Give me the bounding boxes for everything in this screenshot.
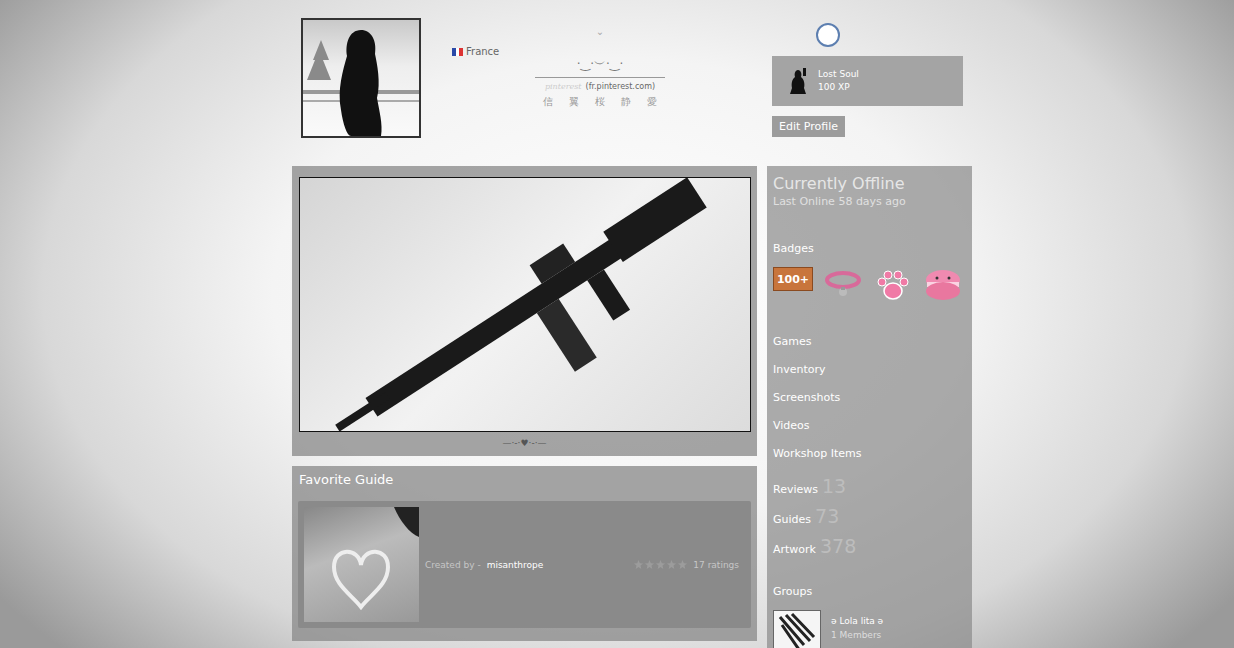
group-avatar-icon: [774, 611, 820, 648]
badges-heading[interactable]: Badges: [773, 242, 966, 255]
avatar[interactable]: [301, 18, 421, 138]
kanji-row: 信翼桜静愛: [543, 91, 657, 109]
rifle-photo: [300, 178, 750, 431]
spacer: [680, 0, 772, 166]
badge-title: Lost Soul: [818, 68, 859, 81]
badge-label: 100+: [777, 273, 809, 286]
profile-page: France ⌄·‿·︶·‿· pinterest (fr.pinterest.com…: [292, 0, 972, 648]
link-label[interactable]: Inventory: [773, 363, 826, 376]
star-icon: [645, 560, 654, 569]
summary-decoration: ·‿·︶·‿·: [535, 40, 665, 78]
source-domain: (fr.pinterest.com): [586, 82, 656, 91]
profile-link[interactable]: Videos: [773, 419, 966, 439]
france-flag-icon: [452, 48, 463, 56]
profile-link[interactable]: Screenshots: [773, 391, 966, 411]
badge-xp: 100 XP: [818, 81, 859, 94]
guide-heading: Favorite Guide: [299, 472, 751, 487]
guide-info: Created by - misanthrope 17 ratings: [425, 507, 745, 622]
lost-soul-icon: [786, 66, 810, 96]
profile-header: France ⌄·‿·︶·‿· pinterest (fr.pinterest.com…: [292, 0, 972, 166]
years-badge[interactable]: 100+: [773, 267, 813, 291]
group-members: 1 Members: [831, 628, 883, 642]
link-label[interactable]: Guides: [773, 513, 811, 526]
source-name: pinterest: [545, 82, 582, 91]
status-title: Currently Offline: [773, 174, 966, 193]
guide-created-by: Created by -: [425, 560, 481, 570]
link-label[interactable]: Workshop Items: [773, 447, 862, 460]
link-label[interactable]: Reviews: [773, 483, 818, 496]
rating-stars: [634, 560, 687, 569]
guide-thumbnail: [304, 507, 419, 622]
level-circle[interactable]: [816, 23, 840, 47]
link-label[interactable]: Games: [773, 335, 811, 348]
groups-heading[interactable]: Groups: [773, 585, 966, 598]
favorite-guide-panel: Favorite Guide Created by - misanthrope 17 …: [292, 466, 757, 641]
kanji-char: 翼: [569, 95, 579, 109]
badge-row: 100+: [773, 267, 966, 301]
profile-link[interactable]: Games: [773, 335, 966, 355]
collar-badge[interactable]: [823, 267, 863, 301]
group-name[interactable]: ə Lola lita ə: [831, 614, 883, 628]
heart-photo: [304, 507, 419, 622]
showcase-image[interactable]: [299, 177, 751, 432]
group-text: ə Lola lita ə1 Members: [831, 610, 883, 642]
link-count: 13: [822, 475, 846, 497]
profile-link[interactable]: Workshop Items: [773, 447, 966, 467]
link-count: 378: [820, 535, 856, 557]
collar-icon: [825, 268, 861, 300]
profile-link[interactable]: Reviews 13: [773, 475, 966, 497]
right-column: Currently Offline Last Online 58 days ago…: [767, 166, 972, 648]
link-label[interactable]: Artwork: [773, 543, 816, 556]
edit-profile-button[interactable]: Edit Profile: [772, 116, 845, 137]
kanji-char: 愛: [647, 95, 657, 109]
avatar-area: [292, 0, 452, 166]
group-avatar: [773, 610, 821, 648]
star-icon: [678, 560, 687, 569]
profile-content: —·-·♥·-·— Favorite Guide Created by - misan…: [292, 166, 972, 648]
source-line: pinterest (fr.pinterest.com): [545, 78, 655, 91]
dropdown-icon[interactable]: ⌄: [596, 26, 604, 40]
country: France: [452, 0, 520, 166]
last-online: Last Online 58 days ago: [773, 195, 966, 208]
macaron-icon: [925, 268, 961, 300]
guide-card[interactable]: Created by - misanthrope 17 ratings: [298, 501, 751, 628]
kanji-char: 信: [543, 95, 553, 109]
paw-badge[interactable]: [873, 267, 913, 301]
profile-links: Games Inventory Screenshots Videos Workshop …: [773, 335, 966, 557]
star-icon: [667, 560, 676, 569]
group-item[interactable]: ə Lola lita ə1 Members: [773, 610, 966, 648]
kanji-char: 静: [621, 95, 631, 109]
link-count: 73: [815, 505, 839, 527]
left-column: —·-·♥·-·— Favorite Guide Created by - misan…: [292, 166, 757, 648]
paw-icon: [875, 268, 911, 300]
guide-author[interactable]: misanthrope: [487, 560, 544, 570]
profile-link[interactable]: Artwork 378: [773, 535, 966, 557]
xp-badge[interactable]: Lost Soul100 XP: [772, 56, 963, 106]
profile-link[interactable]: Guides 73: [773, 505, 966, 527]
link-label[interactable]: Screenshots: [773, 391, 840, 404]
kanji-char: 桜: [595, 95, 605, 109]
level-area: Lost Soul100 XP Edit Profile: [772, 0, 972, 166]
showcase-caption: —·-·♥·-·—: [299, 432, 750, 456]
xp-text: Lost Soul100 XP: [818, 68, 859, 94]
showcase-panel: —·-·♥·-·—: [292, 166, 757, 456]
summary: ⌄·‿·︶·‿· pinterest (fr.pinterest.com) 信 翼 桜 静 愛: [520, 0, 680, 166]
country-name: France: [466, 46, 499, 57]
star-icon: [656, 560, 665, 569]
star-icon: [634, 560, 643, 569]
macaron-badge[interactable]: [923, 267, 963, 301]
guide-ratings: 17 ratings: [693, 560, 739, 570]
link-label[interactable]: Videos: [773, 419, 810, 432]
avatar-photo: [303, 20, 419, 136]
profile-link[interactable]: Inventory: [773, 363, 966, 383]
